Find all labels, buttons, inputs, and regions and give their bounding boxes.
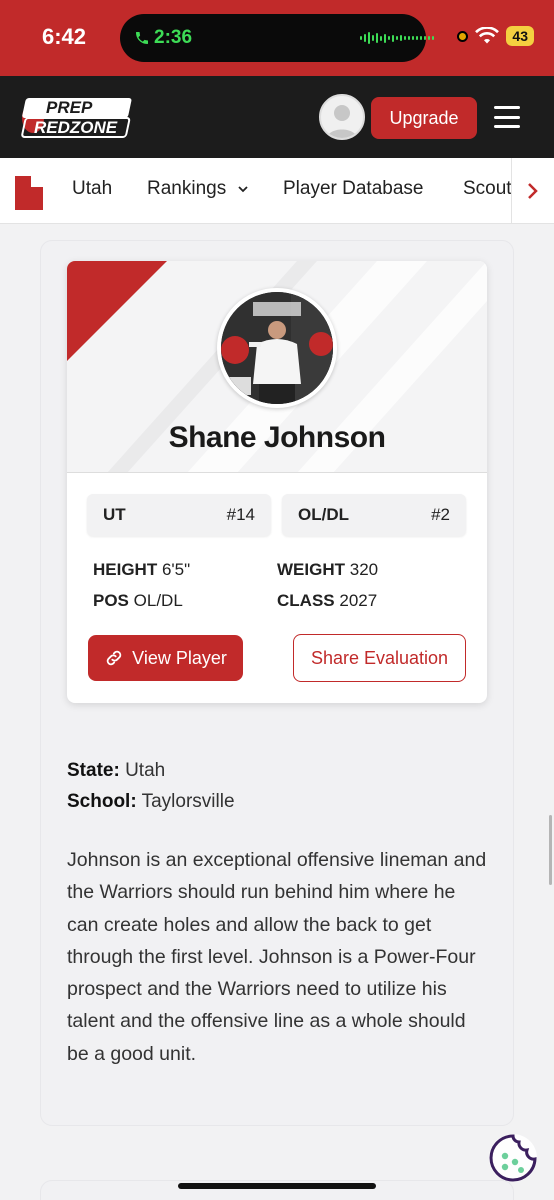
call-timer: 2:36 — [154, 27, 193, 48]
view-player-label: View Player — [132, 647, 227, 668]
pos-stat: POS OL/DL — [93, 591, 183, 611]
weight-value: 320 — [349, 560, 379, 579]
svg-text:PREP: PREP — [46, 98, 93, 117]
weight-stat: WEIGHT 320 — [277, 560, 378, 580]
evaluation-description: Johnson is an exceptional offensive line… — [67, 849, 487, 1065]
utah-state-icon[interactable] — [14, 175, 44, 211]
state-label: UT — [103, 505, 126, 524]
upgrade-button[interactable]: Upgrade — [371, 97, 477, 139]
chevron-right-icon — [528, 183, 538, 199]
pos-label: POS — [93, 591, 129, 610]
battery-indicator: 43 — [506, 26, 534, 46]
menu-icon[interactable] — [494, 106, 520, 128]
nav-item-rankings[interactable]: Rankings — [147, 178, 248, 200]
status-icons: 43 — [457, 26, 534, 46]
state-rank-chip: UT #14 — [87, 494, 271, 536]
cookie-icon[interactable] — [487, 1132, 539, 1184]
player-photo — [217, 288, 337, 408]
privacy-indicator-icon — [457, 30, 469, 42]
phone-icon — [136, 32, 148, 44]
state-rank: #14 — [226, 505, 255, 524]
state-info-label: State: — [67, 760, 120, 781]
status-bar: 6:42 2:36 43 — [0, 0, 554, 76]
class-label: CLASS — [277, 591, 335, 610]
state-info: State: Utah — [67, 760, 165, 782]
class-stat: CLASS 2027 — [277, 591, 377, 611]
scrollbar-thumb[interactable] — [549, 815, 552, 885]
audio-waveform-icon — [360, 32, 434, 44]
weight-label: WEIGHT — [277, 560, 345, 579]
position-rank-chip: OL/DL #2 — [282, 494, 466, 536]
height-value: 6'5" — [161, 560, 191, 579]
pos-value: OL/DL — [133, 591, 183, 610]
status-time: 6:42 — [42, 24, 87, 49]
nav-scroll-right-button[interactable] — [511, 158, 554, 223]
view-player-button[interactable]: View Player — [88, 635, 243, 681]
school-info: School: Taylorsville — [67, 791, 235, 813]
nav-item-player-database[interactable]: Player Database — [283, 178, 423, 200]
share-evaluation-button[interactable]: Share Evaluation — [293, 634, 466, 682]
position-rank: #2 — [431, 505, 450, 524]
player-name: Shane Johnson — [168, 421, 386, 454]
prep-redzone-logo[interactable]: PREP REDZONE — [20, 98, 136, 138]
nav-item-rankings-label: Rankings — [147, 178, 227, 199]
school-info-value: Taylorsville — [141, 791, 235, 812]
height-stat: HEIGHT 6'5" — [93, 560, 190, 580]
home-indicator[interactable] — [178, 1183, 376, 1189]
state-info-value: Utah — [125, 760, 166, 781]
player-card: Shane Johnson UT #14 OL/DL #2 HEIGHT 6'5… — [67, 261, 487, 703]
chevron-down-icon — [237, 186, 248, 193]
nav-item-utah[interactable]: Utah — [72, 178, 112, 200]
height-label: HEIGHT — [93, 560, 158, 579]
position-label: OL/DL — [298, 505, 349, 524]
link-icon — [106, 650, 122, 666]
school-info-label: School: — [67, 791, 137, 812]
player-card-banner: Shane Johnson — [67, 261, 487, 473]
class-value: 2027 — [339, 591, 378, 610]
sub-navigation: Utah Rankings Player Database Scouting — [0, 158, 554, 224]
user-avatar-icon[interactable] — [319, 94, 365, 140]
wifi-icon — [475, 27, 500, 44]
call-indicator[interactable]: 2:36 — [134, 27, 192, 49]
svg-text:REDZONE: REDZONE — [34, 118, 118, 137]
